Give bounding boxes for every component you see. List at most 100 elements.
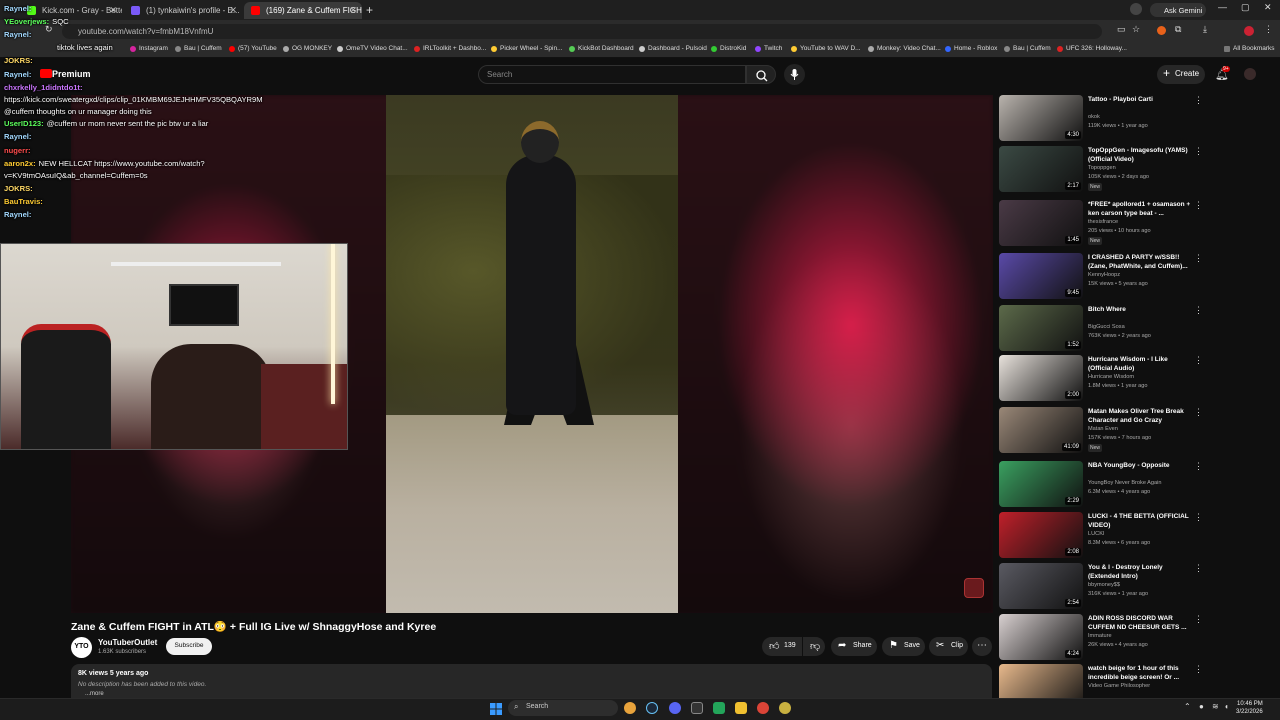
bookmark-item[interactable]: UFC 326: Holloway... [1057,45,1127,52]
create-button[interactable]: + Create [1157,65,1205,84]
volume-icon[interactable]: ◖ [1224,702,1229,711]
recommended-channel-name[interactable]: Hurricane Wisdom [1088,374,1134,380]
recommended-channel-name[interactable]: okok [1088,114,1100,120]
recommended-video[interactable]: 1:45 *FREE* apollored1 + osamason + ken c… [999,200,1279,250]
more-options-icon[interactable]: ⋮ [1194,614,1203,625]
video-thumbnail[interactable]: 1:52 [999,305,1083,351]
ask-gemini-button[interactable]: Ask Gemini [1150,3,1206,17]
recommended-video-title[interactable]: watch beige for 1 hour of this incredibl… [1088,664,1192,682]
bookmark-item[interactable]: KickBot Dashboard [569,45,634,52]
channel-avatar[interactable]: YTO [71,637,92,658]
show-more-link[interactable]: ...more [85,691,104,697]
browser-menu-icon[interactable]: ⋮ [1264,24,1273,35]
video-thumbnail[interactable]: 4:24 [999,614,1083,660]
recommended-video[interactable]: 1:52 Bitch Where BigGucci Sosa 763K views •… [999,305,1279,355]
downloads-icon[interactable]: ⤓ [1203,24,1207,35]
taskbar-search[interactable]: ⌕ Search [508,700,618,716]
video-thumbnail[interactable]: 4:30 [999,95,1083,141]
dislike-button[interactable]: 👎︎ [803,637,825,656]
close-tab-icon[interactable]: ✕ [349,5,357,16]
video-thumbnail[interactable]: 1:45 [999,200,1083,246]
obs-taskbar-icon[interactable] [691,702,703,714]
browser-taskbar-icon[interactable] [757,702,769,714]
recommended-video-title[interactable]: LUCKI - 4 THE BETTA (OFFICIAL VIDEO) [1088,512,1192,530]
browser-tab-profile[interactable]: (1) tynkaiwin's profile - E... ✕ [124,2,242,19]
recommended-video[interactable]: 9:45 I CRASHED A PARTY w/SSB!! (Zane, Pha… [999,253,1279,303]
extension-icon[interactable] [1157,26,1166,35]
address-bar[interactable]: youtube.com/watch?v=fmbM18VnfmU [62,24,1102,39]
close-tab-icon[interactable]: ✕ [109,5,117,16]
video-thumbnail[interactable]: 2:00 [999,355,1083,401]
youtube-premium-logo[interactable]: Premium [52,69,91,79]
close-tab-icon[interactable]: ✕ [229,5,237,16]
recommended-video[interactable]: 41:09 Matan Makes Oliver Tree Break Chara… [999,407,1279,457]
bookmark-item[interactable]: Instagram [130,45,168,52]
voice-search-button[interactable] [784,64,805,85]
recommended-video[interactable]: 2:00 Hurricane Wisdom - I Like (Official … [999,355,1279,405]
clip-button[interactable]: ✂ Clip [929,637,968,656]
bookmark-item[interactable]: IRLToolkit + Dashbo... [414,45,486,52]
recommended-video-title[interactable]: *FREE* apollored1 + osamason + ken carso… [1088,200,1192,218]
recommended-video-title[interactable]: ADIN ROSS DISCORD WAR CUFFEM ND CHEESUR … [1088,614,1192,632]
recommended-channel-name[interactable]: bbymoney$$ [1088,582,1120,588]
system-clock[interactable]: 10:46 PM 3/22/2026 [1236,700,1263,716]
cast-icon[interactable]: ▭ [1117,24,1126,35]
subscribe-button[interactable]: Subscribe [166,638,212,655]
all-bookmarks-folder[interactable]: All Bookmarks [1224,45,1275,52]
recommended-channel-name[interactable]: LUCKI [1088,531,1104,537]
more-options-icon[interactable]: ⋮ [1194,512,1203,523]
recommended-video[interactable]: 2:17 TopOppGen - Imagesofu (YAMS) (Offici… [999,146,1279,196]
like-button[interactable]: 👍︎ 139 [762,637,802,656]
more-options-icon[interactable]: ⋮ [1194,407,1203,418]
recommended-channel-name[interactable]: Matan Even [1088,426,1118,432]
maximize-icon[interactable]: ▢ [1241,2,1250,13]
bookmark-item[interactable]: Picker Wheel - Spin... [491,45,563,52]
recommended-video-title[interactable]: Bitch Where [1088,305,1192,314]
search-button[interactable] [746,65,776,84]
tray-chevron-icon[interactable]: ⌃ [1184,702,1191,711]
save-button[interactable]: ⚑ Save [882,637,925,656]
recommended-video[interactable]: 4:30 Tattoo - Playboi Carti okok 119K views… [999,95,1279,145]
recommended-video-title[interactable]: Matan Makes Oliver Tree Break Character … [1088,407,1192,425]
browser-tab-youtube[interactable]: (169) Zane & Cuffem FIGHT in... ✕ [244,2,362,19]
more-options-icon[interactable]: ⋮ [1194,146,1203,157]
more-options-icon[interactable]: ⋮ [1194,461,1203,472]
recommended-video[interactable]: 2:29 NBA YoungBoy - Opposite YoungBoy Neve… [999,461,1279,511]
recommended-video[interactable]: 2:08 LUCKI - 4 THE BETTA (OFFICIAL VIDEO)… [999,512,1279,562]
recommended-channel-name[interactable]: Topoppgen [1088,165,1116,171]
more-options-icon[interactable]: ⋮ [1194,95,1203,106]
more-options-icon[interactable]: ⋮ [1194,305,1203,316]
account-avatar[interactable] [1244,68,1256,80]
video-thumbnail[interactable]: 2:54 [999,563,1083,609]
bookmark-item[interactable]: OG MONKEY [283,45,332,52]
file-explorer-icon[interactable] [735,702,747,714]
search-input[interactable]: Search [478,65,746,84]
more-options-icon[interactable]: ⋮ [1194,253,1203,264]
new-tab-button[interactable]: + [366,3,373,17]
recommended-channel-name[interactable]: Video Game Philosopher [1088,683,1150,689]
bookmark-item[interactable]: YouTube to WAV D... [791,45,861,52]
recommended-video-title[interactable]: Hurricane Wisdom - I Like (Official Audi… [1088,355,1192,373]
recommended-video-title[interactable]: Tattoo - Playboi Carti [1088,95,1192,104]
bookmark-star-icon[interactable]: ☆ [1132,24,1140,35]
video-thumbnail[interactable]: 9:45 [999,253,1083,299]
share-button[interactable]: ➦ Share [831,637,877,656]
extensions-puzzle-icon[interactable]: ⧉ [1175,24,1181,35]
recommended-video-title[interactable]: I CRASHED A PARTY w/SSB!! (Zane, PhatWhi… [1088,253,1192,271]
recommended-channel-name[interactable]: YoungBoy Never Broke Again [1088,480,1162,486]
bookmark-item[interactable]: Bau | Cuffem [175,45,222,52]
more-options-icon[interactable]: ⋮ [1194,563,1203,574]
video-thumbnail[interactable]: 2:17 [999,146,1083,192]
bookmark-item[interactable]: Twitch [755,45,782,52]
bookmark-item[interactable]: Home - Roblox [945,45,997,52]
discord-taskbar-icon[interactable] [669,702,681,714]
wifi-icon[interactable]: ≋ [1212,702,1219,711]
recommended-video-title[interactable]: TopOppGen - Imagesofu (YAMS) (Official V… [1088,146,1192,164]
video-thumbnail[interactable]: 2:08 [999,512,1083,558]
recommended-channel-name[interactable]: KennyHoopz [1088,272,1120,278]
recommended-video[interactable]: 4:24 ADIN ROSS DISCORD WAR CUFFEM ND CHEE… [999,614,1279,664]
more-actions-button[interactable]: ⋯ [972,637,992,656]
recommended-video-title[interactable]: NBA YoungBoy - Opposite [1088,461,1192,470]
close-window-icon[interactable]: ✕ [1264,2,1272,13]
youtube-logo-icon[interactable] [40,69,52,78]
